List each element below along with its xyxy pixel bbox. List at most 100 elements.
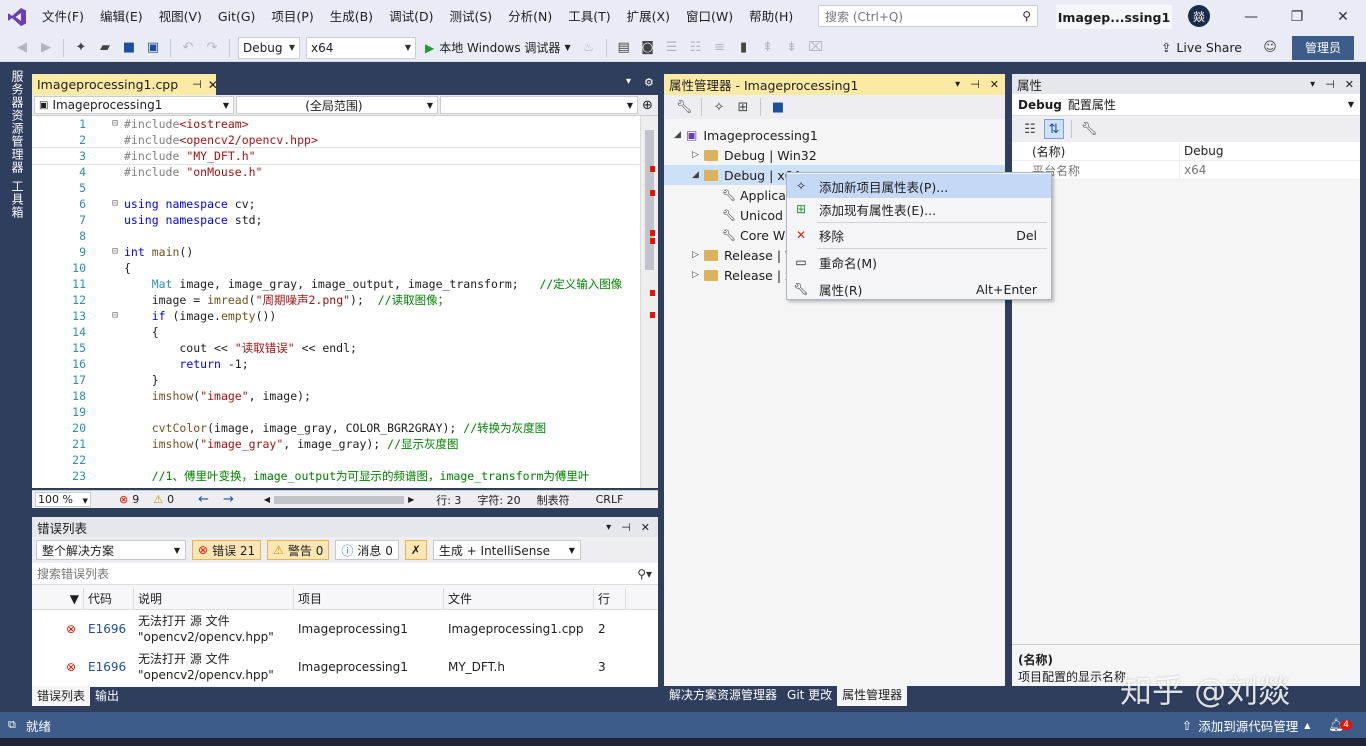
document-tab[interactable]: Imageprocessing1.cpp ⊣ ✕	[32, 74, 218, 95]
pin-icon[interactable]: ⊣	[1325, 78, 1335, 91]
context-menu-item[interactable]: 🔧︎ 属性(R) Alt+Enter	[787, 277, 1051, 301]
menu-item[interactable]: 文件(F)	[34, 0, 92, 34]
horizontal-scrollbar[interactable]	[274, 495, 405, 504]
new-project-icon[interactable]: ✦	[71, 38, 91, 58]
collapse-icon[interactable]: ◢	[692, 170, 704, 180]
tree-item[interactable]: ◢ ▣ Imageprocessing1	[674, 125, 818, 145]
visual-studio-logo-icon[interactable]	[0, 0, 34, 34]
save-icon[interactable]: ■	[768, 97, 788, 117]
menu-item[interactable]: 工具(T)	[560, 0, 618, 34]
feedback-icon[interactable]: ☺	[1260, 38, 1280, 58]
close-panel-icon[interactable]: ✕	[990, 78, 999, 91]
indent-icon[interactable]: ≡	[710, 38, 730, 58]
column-description[interactable]: 说明	[134, 587, 294, 610]
filter-funnel-icon[interactable]: ▼	[32, 587, 84, 610]
property-row[interactable]: 平台名称 x64	[1012, 161, 1360, 180]
restore-icon[interactable]: ❐	[1274, 0, 1320, 34]
code-line[interactable]: 16 return -1;	[32, 356, 640, 372]
admin-badge[interactable]: 管理员	[1292, 35, 1354, 60]
context-menu-item[interactable]: ⊞ 添加现有属性表(E)...	[787, 197, 1051, 221]
start-debugger-button[interactable]: ▶ 本地 Windows 调试器 ▼	[425, 39, 571, 56]
column-code[interactable]: 代码	[84, 587, 134, 610]
browse-folder-icon[interactable]: ▤	[614, 38, 634, 58]
zoom-select[interactable]: 100 % ▼	[35, 492, 91, 507]
minimize-icon[interactable]: —	[1228, 0, 1274, 34]
comment-icon[interactable]: ☰	[662, 38, 682, 58]
error-search-input[interactable]: 搜索错误列表 ⚲▾	[32, 563, 658, 585]
context-menu-item[interactable]: ✧ 添加新项目属性表(P)...	[787, 174, 1051, 198]
editor-vertical-scrollbar[interactable]	[640, 116, 658, 488]
avatar[interactable]: 燚	[1188, 5, 1210, 27]
bookmark-clear-icon[interactable]: ⌧	[806, 38, 826, 58]
collapse-icon[interactable]: ⊟	[112, 196, 118, 212]
menu-item[interactable]: 调试(D)	[381, 0, 441, 34]
expand-icon[interactable]: ▷	[692, 250, 704, 260]
nav-back-icon[interactable]: ←	[198, 492, 209, 507]
back-icon[interactable]: ◀	[12, 38, 32, 58]
code-line[interactable]: 6 ⊟ using namespace cv;	[32, 196, 640, 212]
project-nav-select[interactable]: ▣ Imageprocessing1 ▼	[34, 96, 234, 114]
menu-item[interactable]: 窗口(W)	[678, 0, 741, 34]
panel-menu-icon[interactable]: ▾	[1310, 79, 1315, 90]
collapse-icon[interactable]: ◢	[674, 130, 686, 140]
bookmark-prev-icon[interactable]: ⇞	[758, 38, 778, 58]
tree-item[interactable]: 🔧︎ Unicod	[710, 205, 783, 225]
code-editor[interactable]: 1 ⊟ #include<iostream> 2 #include<opencv2/op…	[32, 116, 658, 488]
menu-item[interactable]: 项目(P)	[263, 0, 321, 34]
error-count-icon[interactable]: ⊗	[119, 493, 128, 506]
tab-solution-explorer[interactable]: 解决方案资源管理器	[664, 686, 782, 706]
column-line[interactable]: 行	[594, 587, 626, 610]
messages-filter-button[interactable]: ⓘ 消息 0	[335, 540, 399, 560]
code-line[interactable]: 1 ⊟ #include<iostream>	[32, 116, 640, 132]
save-icon[interactable]: ■	[119, 38, 139, 58]
code-line[interactable]: 22	[32, 452, 640, 468]
collapse-icon[interactable]: ⊟	[112, 244, 118, 260]
code-line[interactable]: 8	[32, 228, 640, 244]
configuration-select[interactable]: Debug ▼	[238, 36, 300, 59]
property-row[interactable]: (名称) Debug	[1012, 142, 1360, 161]
redo-icon[interactable]: ↷	[202, 38, 222, 58]
tree-item[interactable]: ▷ Release | x	[692, 265, 792, 285]
filter-icon[interactable]: ✗	[404, 540, 427, 560]
table-row[interactable]: ⊗ E1696 无法打开 源 文件 "opencv2/opencv.hpp" Imag…	[32, 610, 658, 648]
panel-menu-icon[interactable]: ▾	[955, 79, 960, 90]
nav-forward-icon[interactable]: →	[223, 492, 234, 507]
menu-item[interactable]: 编辑(E)	[92, 0, 151, 34]
platform-select[interactable]: x64 ▼	[306, 36, 416, 59]
warnings-filter-button[interactable]: ⚠ 警告 0	[267, 540, 330, 560]
tab-list-icon[interactable]: ▾	[626, 76, 631, 87]
tree-item[interactable]: ▷ Release | W	[692, 245, 797, 265]
menu-item[interactable]: 视图(V)	[151, 0, 210, 34]
column-project[interactable]: 项目	[294, 587, 444, 610]
code-line[interactable]: 21 imshow("image_gray", image_gray); //显…	[32, 436, 640, 452]
menu-item[interactable]: 扩展(X)	[619, 0, 678, 34]
code-line[interactable]: 9 ⊟ int main()	[32, 244, 640, 260]
context-menu-item[interactable]: ▭ 重命名(M)	[787, 250, 1051, 274]
code-line[interactable]: 18 imshow("image", image);	[32, 388, 640, 404]
scope-select[interactable]: 整个解决方案 ▼	[36, 540, 186, 560]
output-icon[interactable]: ⧉	[8, 718, 16, 732]
code-line[interactable]: 3 #include "MY_DFT.h"	[32, 147, 641, 165]
warning-count-icon[interactable]: ⚠	[153, 493, 163, 506]
add-new-sheet-icon[interactable]: ✧	[709, 97, 729, 117]
toolbox-tab[interactable]: 工具箱	[9, 180, 26, 219]
code-line[interactable]: 14 {	[32, 324, 640, 340]
scroll-thumb[interactable]	[645, 130, 654, 270]
line-ending[interactable]: CRLF	[596, 493, 624, 506]
wrench-icon[interactable]: 🔧︎	[674, 97, 694, 117]
panel-menu-icon[interactable]: ▾	[606, 522, 611, 533]
tab-output[interactable]: 输出	[90, 687, 124, 706]
bookmark-next-icon[interactable]: ⇟	[782, 38, 802, 58]
collapse-icon[interactable]: ⊟	[112, 308, 118, 324]
settings-icon[interactable]: ⚙	[644, 76, 654, 89]
forward-icon[interactable]: ▶	[36, 38, 56, 58]
code-line[interactable]: 15 cout << "读取错误" << endl;	[32, 340, 640, 356]
code-line[interactable]: 23 //1、傅里叶变换，image_output为可显示的频谱图，image_…	[32, 468, 640, 484]
code-line[interactable]: 12 image = imread("周期噪声2.png"); //读取图像；	[32, 292, 640, 308]
context-menu-item[interactable]: ✕ 移除 Del	[787, 223, 1051, 247]
save-all-icon[interactable]: ▣	[143, 38, 163, 58]
bookmark-icon[interactable]: ▮	[734, 38, 754, 58]
tab-error-list[interactable]: 错误列表	[32, 687, 91, 706]
open-file-icon[interactable]: ▰	[95, 38, 115, 58]
close-window-icon[interactable]: ✕	[1320, 0, 1366, 34]
